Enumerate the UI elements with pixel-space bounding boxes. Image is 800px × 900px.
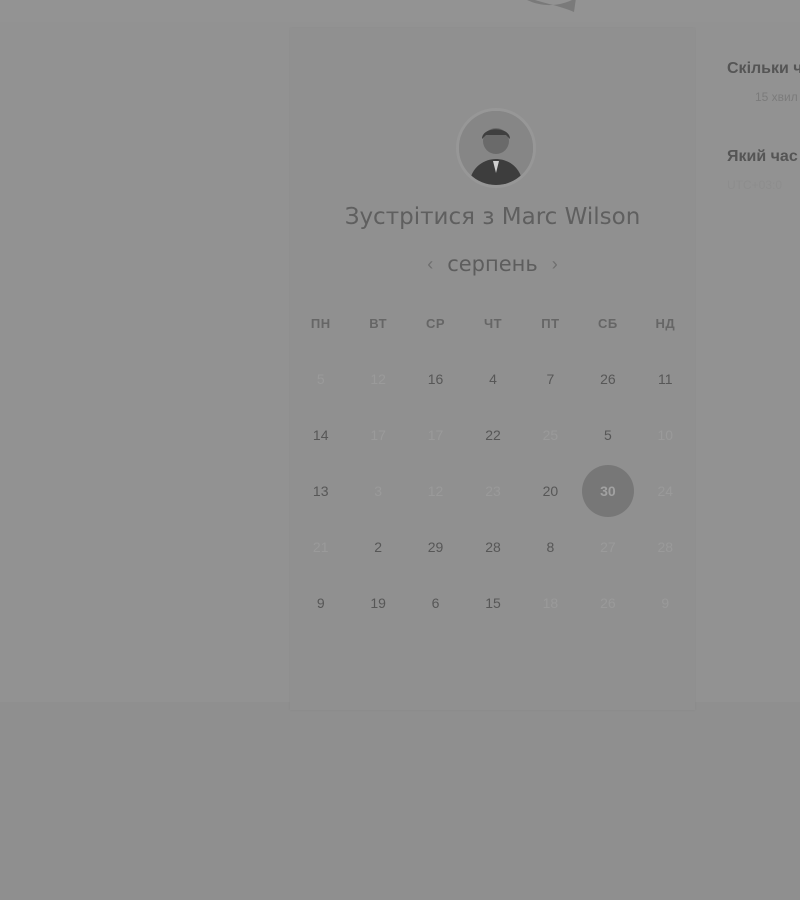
calendar-day-number: 13 <box>312 483 329 499</box>
weekday-label: ВТ <box>369 316 388 331</box>
calendar-week-row: 9 19 6 15 18 26 9 <box>292 589 694 617</box>
calendar-day-number: 24 <box>657 483 674 499</box>
weekday-label: ПТ <box>541 316 560 331</box>
calendar-day[interactable]: 20 <box>522 477 579 505</box>
calendar-day-number: 18 <box>542 595 559 611</box>
calendar-day[interactable]: 26 <box>579 365 636 393</box>
calendar-day: 24 <box>637 477 694 505</box>
calendar-day[interactable]: 16 <box>407 365 464 393</box>
calendar-day: 23 <box>464 477 521 505</box>
calendar-week-row: 21 2 29 28 8 27 28 <box>292 533 694 561</box>
calendar-day-number: 19 <box>370 595 386 611</box>
month-label: серпень <box>447 252 538 276</box>
calendar-day-number: 28 <box>485 539 501 555</box>
calendar-day[interactable]: 28 <box>464 533 521 561</box>
calendar-day: 25 <box>522 421 579 449</box>
footer-area <box>0 702 800 900</box>
details-panel: Скільки ч 15 хвил Який час UTC+03:0 <box>727 60 800 192</box>
calendar-day[interactable]: 19 <box>349 589 406 617</box>
calendar-day-number: 5 <box>603 427 612 443</box>
calendar-day: 12 <box>349 365 406 393</box>
calendar-day-number: 17 <box>427 427 444 443</box>
avatar <box>456 108 536 188</box>
calendar-day-number: 8 <box>546 539 555 555</box>
calendar-day-number: 11 <box>658 371 673 387</box>
calendar-day-number: 9 <box>316 595 325 611</box>
calendar-day-number: 12 <box>370 371 386 387</box>
calendar-day-number: 4 <box>489 371 497 387</box>
calendar-day-number: 14 <box>312 427 329 443</box>
calendar-day: 27 <box>579 533 636 561</box>
weekday-label: ЧТ <box>483 316 503 331</box>
weekday-header: ПН ВТ СР ЧТ ПТ СБ НД <box>292 316 694 331</box>
calendar-day: 3 <box>349 477 406 505</box>
calendar-day[interactable]: 7 <box>522 365 579 393</box>
calendar-day: 18 <box>522 589 579 617</box>
weekday-label: СР <box>426 316 446 331</box>
calendar-day: 9 <box>637 589 694 617</box>
calendar-day-number: 6 <box>431 595 440 611</box>
weekday-label: СБ <box>597 316 618 331</box>
duration-label: Скільки ч <box>727 60 800 77</box>
calendar-day-number: 26 <box>600 371 616 387</box>
calendar-day-number: 3 <box>374 483 383 499</box>
calendar-day-number: 26 <box>600 595 616 611</box>
calendar-day-number: 23 <box>485 483 501 499</box>
calendar-day-number: 7 <box>546 371 555 387</box>
calendar-day-number: 5 <box>316 371 325 387</box>
calendar-day-number: 22 <box>485 427 501 443</box>
calendar-day: 12 <box>407 477 464 505</box>
person-avatar-icon <box>459 111 533 185</box>
calendar-day: 21 <box>292 533 349 561</box>
calendar-day[interactable]: 9 <box>292 589 349 617</box>
calendar-day-number: 9 <box>661 595 670 611</box>
page: Зустрітися з Marc Wilson ‹ серпень › ПН В… <box>0 0 800 900</box>
calendar-day-number: 29 <box>427 539 444 555</box>
weekday-label: НД <box>655 316 676 331</box>
meeting-title: Зустрітися з Marc Wilson <box>344 204 641 230</box>
calendar-day: 17 <box>349 421 406 449</box>
calendar-day-number: 21 <box>312 539 329 555</box>
calendar-day-number: 10 <box>657 427 674 443</box>
calendar-week-row: 5 12 16 4 7 26 11 <box>292 365 694 393</box>
top-bar <box>0 0 800 23</box>
calendar-day: 5 <box>292 365 349 393</box>
calendar-day-number: 20 <box>542 483 559 499</box>
calendar-day[interactable]: 6 <box>407 589 464 617</box>
calendar-day[interactable]: 11 <box>637 365 694 393</box>
calendar-day[interactable]: 4 <box>464 365 521 393</box>
chevron-left-icon[interactable]: ‹ <box>427 255 433 273</box>
calendar-day: 26 <box>579 589 636 617</box>
chevron-right-icon[interactable]: › <box>552 255 558 273</box>
brand-logo-icon <box>527 0 576 12</box>
time-label: Який час <box>727 148 798 165</box>
calendar-day-number: 27 <box>600 539 616 555</box>
calendar-week-row: 13 3 12 23 20 30 24 <box>292 465 694 517</box>
calendar-day[interactable]: 5 <box>579 421 636 449</box>
calendar-day: 10 <box>637 421 694 449</box>
calendar-day[interactable]: 29 <box>407 533 464 561</box>
selected-date[interactable]: 30 <box>579 465 636 517</box>
calendar-day: 28 <box>637 533 694 561</box>
calendar-day[interactable]: 8 <box>522 533 579 561</box>
calendar-week-row: 14 17 17 22 25 5 10 <box>292 421 694 449</box>
calendar-day-number: 12 <box>427 483 444 499</box>
calendar-day-number: 17 <box>370 427 386 443</box>
timezone-value[interactable]: UTC+03:0 <box>727 178 800 192</box>
calendar-day-number: 16 <box>427 371 444 387</box>
calendar-day: 17 <box>407 421 464 449</box>
calendar-day[interactable]: 14 <box>292 421 349 449</box>
calendar-day-number: 15 <box>485 595 501 611</box>
calendar-day[interactable]: 15 <box>464 589 521 617</box>
calendar-day-number: 25 <box>542 427 559 443</box>
calendar-day-number: 30 <box>600 483 616 499</box>
calendar-day[interactable]: 13 <box>292 477 349 505</box>
month-navigation: ‹ серпень › <box>290 252 695 276</box>
weekday-label: ПН <box>310 316 331 331</box>
calendar-day[interactable]: 2 <box>349 533 406 561</box>
duration-option[interactable]: 15 хвил <box>727 90 800 104</box>
calendar-day-number: 2 <box>374 539 383 555</box>
calendar-day-number: 28 <box>657 539 674 555</box>
calendar-day[interactable]: 22 <box>464 421 521 449</box>
